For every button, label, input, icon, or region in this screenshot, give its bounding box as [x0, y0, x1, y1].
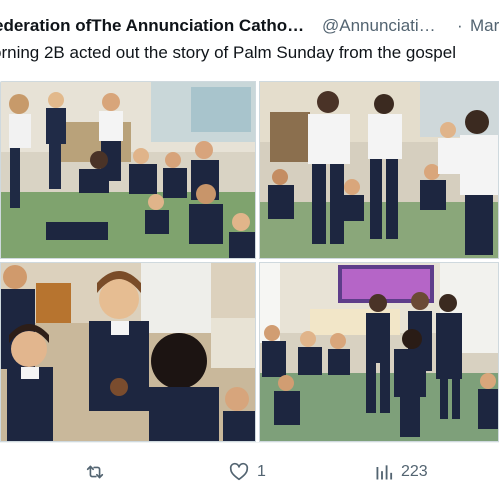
retweet-icon: [84, 461, 106, 483]
like-count: 1: [257, 463, 266, 480]
media-grid: [0, 81, 499, 442]
classroom-photo-3[interactable]: [0, 262, 256, 442]
author-name[interactable]: ederation ofThe Annunciation Catho…: [0, 14, 304, 38]
classroom-photo-4[interactable]: [259, 262, 499, 442]
classroom-photo-1[interactable]: [0, 81, 256, 259]
tweet-action-bar: 1 223: [0, 442, 499, 502]
like-button[interactable]: 1: [228, 458, 266, 486]
tweet-header: ederation ofThe Annunciation Catho… @Ann…: [0, 0, 499, 72]
tweet-author-line: ederation ofThe Annunciation Catho… @Ann…: [0, 14, 499, 38]
tweet-text: orning 2B acted out the story of Palm Su…: [0, 43, 456, 62]
tweet-date[interactable]: Mar: [470, 14, 499, 38]
heart-icon: [228, 461, 250, 483]
retweet-button[interactable]: [84, 458, 113, 486]
separator-dot: ·: [457, 16, 463, 35]
views-button[interactable]: 223: [374, 458, 428, 486]
classroom-photo-2[interactable]: [259, 81, 499, 259]
views-bar-chart-icon: [374, 462, 394, 482]
author-handle[interactable]: @Annunciati…: [322, 14, 436, 38]
views-count: 223: [401, 463, 428, 480]
